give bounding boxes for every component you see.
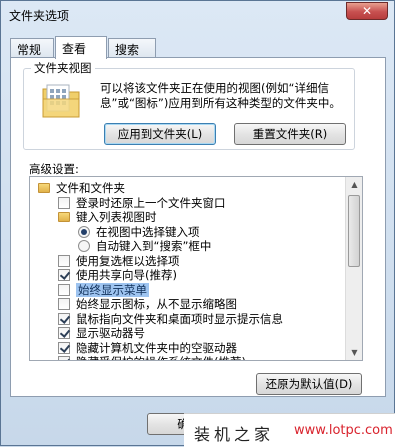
radio-button[interactable] xyxy=(78,240,90,252)
advanced-settings-label: 高级设置: xyxy=(29,162,79,176)
setting-item[interactable]: 隐藏受保护的操作系统文件(推荐) xyxy=(30,355,346,360)
radio-button[interactable] xyxy=(78,225,90,238)
checkbox[interactable] xyxy=(58,356,70,360)
setting-item[interactable]: 登录时还原上一个文件夹窗口 xyxy=(30,196,346,211)
setting-item[interactable]: 始终显示图标，从不显示缩略图 xyxy=(30,297,346,312)
setting-item[interactable]: 在视图中选择键入项 xyxy=(30,225,346,240)
advanced-settings-tree[interactable]: 文件和文件夹 登录时还原上一个文件夹窗口 键入列表视图时 在视图中选择键入项 自动键入到… xyxy=(29,176,363,361)
tree-group-header: 键入列表视图时 xyxy=(30,210,346,225)
scroll-down-arrow-icon[interactable]: ▼ xyxy=(347,345,362,360)
setting-item[interactable]: 自动键入到“搜索”框中 xyxy=(30,239,346,254)
checkbox[interactable] xyxy=(58,196,70,209)
setting-label: 始终显示菜单 xyxy=(76,282,149,297)
checkbox[interactable] xyxy=(58,341,70,354)
checkbox[interactable] xyxy=(58,298,70,310)
setting-label: 显示驱动器号 xyxy=(76,326,145,340)
scroll-up-arrow-icon[interactable]: ▲ xyxy=(347,177,362,192)
tab-search[interactable]: 搜索 xyxy=(108,38,156,58)
tree-group-header: 文件和文件夹 xyxy=(30,181,346,196)
watermark: 装机之家 www.lotpc.com xyxy=(184,413,395,447)
setting-item[interactable]: 使用共享向导(推荐) xyxy=(30,268,346,283)
checkbox[interactable] xyxy=(58,269,70,281)
setting-label: 键入列表视图时 xyxy=(76,210,157,224)
setting-label: 文件和文件夹 xyxy=(56,181,125,195)
scroll-thumb[interactable] xyxy=(348,195,360,267)
folder-views-icon xyxy=(42,84,80,118)
vertical-scrollbar[interactable]: ▲ ▼ xyxy=(345,177,362,360)
setting-item[interactable]: 始终显示菜单 xyxy=(30,282,346,298)
folder-icon xyxy=(58,212,70,222)
setting-label: 隐藏计算机文件夹中的空驱动器 xyxy=(76,340,237,355)
setting-label: 登录时还原上一个文件夹窗口 xyxy=(76,195,226,210)
watermark-url: www.lotpc.com xyxy=(294,423,393,438)
folder-options-dialog: 文件夹选项 ✕ 常规 查看 搜索 文件夹视图 可以将该文件夹正在使用的视图(例如… xyxy=(0,0,395,447)
window-title: 文件夹选项 xyxy=(9,9,70,23)
folder-views-description: 可以将该文件夹正在使用的视图(例如“详细信 息”或“图标”)应用到所有这种类型的… xyxy=(100,81,360,111)
setting-label: 使用复选框以选择项 xyxy=(76,253,180,268)
apply-to-folders-button[interactable]: 应用到文件夹(L) xyxy=(104,123,216,145)
setting-label: 在视图中选择键入项 xyxy=(96,224,200,239)
setting-item[interactable]: 鼠标指向文件夹和桌面项时显示提示信息 xyxy=(30,312,346,327)
reset-folders-button[interactable]: 重置文件夹(R) xyxy=(234,123,346,145)
close-button[interactable]: ✕ xyxy=(346,2,388,20)
setting-label: 自动键入到“搜索”框中 xyxy=(96,239,212,253)
folder-views-title: 文件夹视图 xyxy=(31,60,95,76)
tab-view[interactable]: 查看 xyxy=(55,36,107,59)
setting-label: 隐藏受保护的操作系统文件(推荐) xyxy=(76,355,246,360)
tab-general[interactable]: 常规 xyxy=(10,38,54,58)
description-line-2: 息”或“图标”)应用到所有这种类型的文件夹中。 xyxy=(100,96,341,110)
description-line-1: 可以将该文件夹正在使用的视图(例如“详细信 xyxy=(100,81,329,95)
watermark-text: 装机之家 xyxy=(194,425,275,444)
setting-item[interactable]: 隐藏计算机文件夹中的空驱动器 xyxy=(30,341,346,356)
checkbox[interactable] xyxy=(58,283,70,296)
setting-label: 鼠标指向文件夹和桌面项时显示提示信息 xyxy=(76,311,283,326)
checkbox[interactable] xyxy=(58,254,70,267)
restore-defaults-button[interactable]: 还原为默认值(D) xyxy=(256,373,362,395)
title-bar: 文件夹选项 ✕ xyxy=(1,1,394,29)
setting-label: 使用共享向导(推荐) xyxy=(76,268,177,282)
setting-item[interactable]: 使用复选框以选择项 xyxy=(30,254,346,269)
setting-label: 始终显示图标，从不显示缩略图 xyxy=(76,297,237,311)
checkbox[interactable] xyxy=(58,327,70,339)
checkbox[interactable] xyxy=(58,312,70,325)
folder-icon xyxy=(38,183,50,193)
setting-item[interactable]: 显示驱动器号 xyxy=(30,326,346,341)
